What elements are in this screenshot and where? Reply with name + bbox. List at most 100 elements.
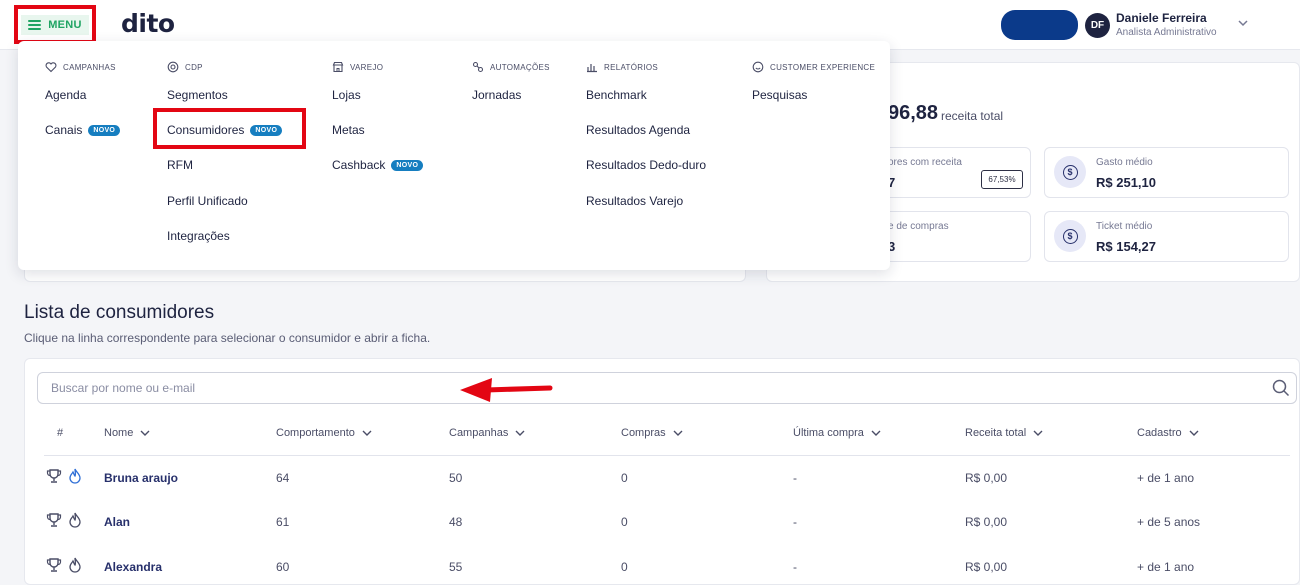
- cdp-icon: [167, 61, 179, 73]
- menu-label: MENU: [48, 18, 82, 31]
- new-badge: NOVO: [391, 159, 424, 171]
- cell-cadastro: + de 1 ano: [1137, 560, 1195, 574]
- chevron-down-icon: [362, 430, 372, 436]
- cell-receita: R$ 0,00: [965, 560, 1008, 574]
- avatar[interactable]: DF: [1085, 13, 1110, 38]
- page-title: Lista de consumidores: [24, 302, 215, 323]
- revenue-value: 96,88: [888, 102, 939, 124]
- menu-category-customer-experience: CUSTOMER EXPERIENCE: [752, 61, 875, 73]
- table-row[interactable]: Bruna araujo 64 50 0 - R$ 0,00 + de 1 an…: [36, 456, 1286, 500]
- column-header-ultima-compra[interactable]: Última compra: [793, 427, 882, 439]
- cell-nome: Alan: [104, 515, 131, 529]
- flame-icon: [69, 512, 81, 528]
- cell-campanhas: 55: [449, 560, 463, 574]
- stat-label: Ticket médio: [1096, 221, 1153, 232]
- flame-icon: [69, 557, 81, 573]
- cell-campanhas: 50: [449, 471, 463, 485]
- menu-item-canais[interactable]: Canais NOVO: [45, 123, 121, 137]
- cell-ultima-compra: -: [793, 515, 797, 529]
- trophy-icon: [46, 558, 62, 572]
- cell-cadastro: + de 5 anos: [1137, 515, 1201, 529]
- column-header-comportamento[interactable]: Comportamento: [276, 427, 373, 439]
- menu-button-inner[interactable]: MENU: [21, 14, 89, 35]
- dollar-coin-icon: $: [1054, 156, 1086, 188]
- cell-receita: R$ 0,00: [965, 515, 1008, 529]
- menu-item-resultados-dedo-duro[interactable]: Resultados Dedo-duro: [586, 158, 706, 172]
- column-header-nome[interactable]: Nome: [104, 427, 151, 439]
- stat-label: Gasto médio: [1096, 157, 1153, 168]
- stat-label: ores com receita: [888, 157, 962, 168]
- menu-item-lojas[interactable]: Lojas: [332, 88, 361, 102]
- cell-cadastro: + de 1 ano: [1137, 471, 1195, 485]
- store-icon: [332, 61, 344, 73]
- smile-icon: [752, 61, 764, 73]
- chevron-down-icon[interactable]: [1236, 16, 1250, 30]
- row-icons: [46, 512, 83, 528]
- cell-ultima-compra: -: [793, 471, 797, 485]
- menu-category-automacoes: AUTOMAÇÕES: [472, 61, 550, 73]
- cell-nome: Alexandra: [104, 560, 163, 574]
- cell-ultima-compra: -: [793, 560, 797, 574]
- annotation-highlight-box: [153, 108, 306, 149]
- mega-menu: CAMPANHAS Agenda Canais NOVO CDP Segmento…: [18, 41, 890, 270]
- menu-category-cdp: CDP: [167, 61, 203, 73]
- hamburger-icon: [28, 19, 42, 30]
- cell-compras: 0: [621, 515, 628, 529]
- automation-icon: [472, 61, 484, 73]
- column-header-campanhas[interactable]: Campanhas: [449, 427, 526, 439]
- page-subtitle: Clique na linha correspondente para sele…: [24, 331, 431, 345]
- search-input[interactable]: [37, 372, 1297, 404]
- menu-item-pesquisas[interactable]: Pesquisas: [752, 88, 807, 102]
- stat-value: R$ 154,27: [1096, 239, 1156, 254]
- menu-item-integracoes[interactable]: Integrações: [167, 229, 230, 243]
- column-header-cadastro[interactable]: Cadastro: [1137, 427, 1200, 439]
- chevron-down-icon: [1033, 430, 1043, 436]
- chevron-down-icon: [871, 430, 881, 436]
- menu-item-perfil-unificado[interactable]: Perfil Unificado: [167, 194, 248, 208]
- cell-comportamento: 64: [276, 471, 290, 485]
- chart-icon: [587, 64, 597, 73]
- menu-category-varejo: VAREJO: [332, 61, 383, 73]
- stat-value: R$ 251,10: [1096, 175, 1156, 190]
- chevron-down-icon: [1189, 430, 1199, 436]
- menu-item-cashback[interactable]: Cashback NOVO: [332, 158, 424, 172]
- chevron-down-icon: [673, 430, 683, 436]
- percent-badge: 67,53%: [981, 170, 1023, 189]
- heart-icon: [45, 62, 57, 73]
- chevron-down-icon: [515, 430, 525, 436]
- menu-item-benchmark[interactable]: Benchmark: [586, 88, 647, 102]
- redacted-pill: [1001, 10, 1078, 40]
- dito-logo[interactable]: dito: [121, 9, 175, 38]
- menu-item-segmentos[interactable]: Segmentos: [167, 88, 228, 102]
- menu-item-metas[interactable]: Metas: [332, 123, 365, 137]
- search-icon[interactable]: [1272, 379, 1290, 397]
- stat-label: e de compras: [888, 221, 949, 232]
- cell-compras: 0: [621, 471, 628, 485]
- menu-category-relatorios: RELATÓRIOS: [586, 61, 658, 73]
- cell-comportamento: 61: [276, 515, 290, 529]
- menu-item-resultados-varejo[interactable]: Resultados Varejo: [586, 194, 683, 208]
- cell-nome: Bruna araujo: [104, 471, 179, 485]
- column-header-index: #: [57, 427, 64, 439]
- user-role: Analista Administrativo: [1116, 27, 1217, 38]
- menu-item-resultados-agenda[interactable]: Resultados Agenda: [586, 123, 690, 137]
- table-row[interactable]: Alan 61 48 0 - R$ 0,00 + de 5 anos: [36, 500, 1286, 544]
- menu-item-rfm[interactable]: RFM: [167, 158, 193, 172]
- column-header-compras[interactable]: Compras: [621, 427, 684, 439]
- annotation-arrow-icon: [460, 378, 553, 402]
- column-header-receita-total[interactable]: Receita total: [965, 427, 1044, 439]
- trophy-icon: [46, 469, 62, 483]
- menu-button[interactable]: MENU: [14, 5, 96, 44]
- trophy-icon: [46, 513, 62, 527]
- cell-comportamento: 60: [276, 560, 290, 574]
- flame-icon: [69, 468, 81, 484]
- menu-item-agenda[interactable]: Agenda: [45, 88, 86, 102]
- menu-category-campanhas: CAMPANHAS: [45, 61, 116, 73]
- dollar-coin-icon: $: [1054, 220, 1086, 252]
- cell-compras: 0: [621, 560, 628, 574]
- row-icons: [46, 557, 83, 573]
- table-row[interactable]: Alexandra 60 55 0 - R$ 0,00 + de 1 ano: [36, 545, 1286, 585]
- user-name[interactable]: Daniele Ferreira: [1116, 11, 1207, 25]
- cell-receita: R$ 0,00: [965, 471, 1008, 485]
- menu-item-jornadas[interactable]: Jornadas: [472, 88, 521, 102]
